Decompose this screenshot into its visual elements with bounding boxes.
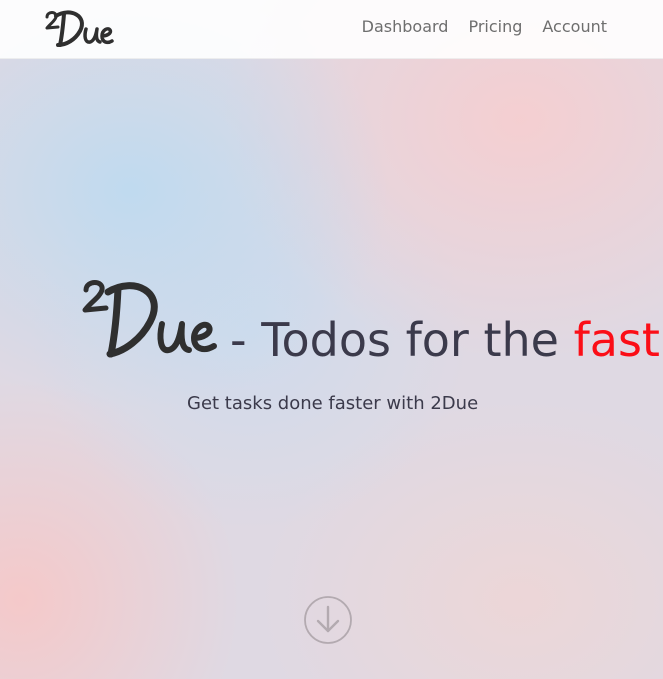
- brand-logo-mark: [45, 10, 114, 47]
- nav-link-pricing[interactable]: Pricing: [468, 17, 522, 36]
- hero-tagline: Get tasks done faster with 2Due: [187, 393, 479, 414]
- hero-title: - Todos for the fast: [230, 312, 660, 368]
- landing-page: Dashboard Pricing Account - Todos for th…: [0, 0, 663, 679]
- hero-logo: [80, 272, 225, 367]
- brand-logo[interactable]: [44, 2, 124, 52]
- nav-link-account[interactable]: Account: [542, 17, 607, 36]
- hero-logo-mark: [82, 280, 217, 358]
- hero-title-accent: fast: [573, 313, 660, 367]
- hero-title-text: - Todos for the: [230, 313, 559, 367]
- top-navbar: Dashboard Pricing Account: [0, 0, 663, 59]
- nav-links: Dashboard Pricing Account: [362, 17, 607, 36]
- scroll-down-button[interactable]: [304, 596, 352, 644]
- nav-link-dashboard[interactable]: Dashboard: [362, 17, 449, 36]
- arrow-down-circle-icon: [304, 596, 352, 644]
